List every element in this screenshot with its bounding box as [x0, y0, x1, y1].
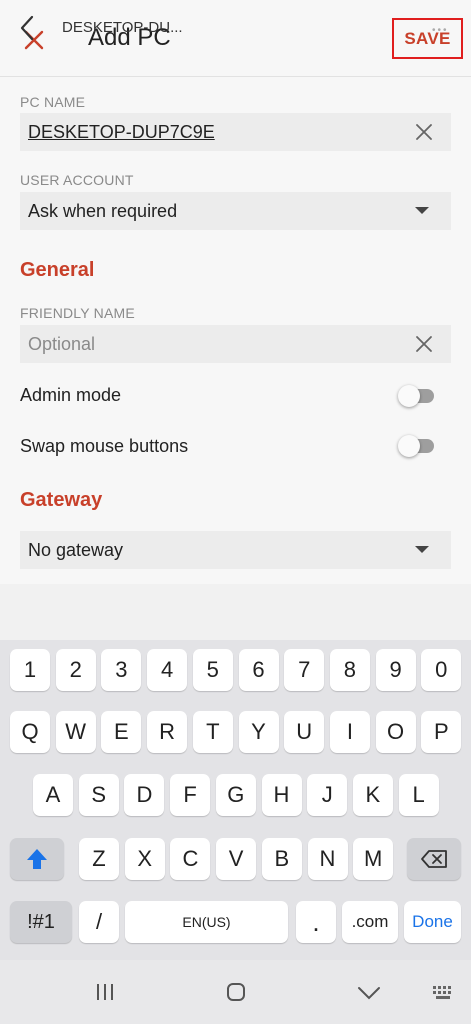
letter-key-e[interactable]: E — [101, 711, 142, 753]
pc-name-value: DESKETOP-DUP7C9E — [28, 122, 215, 142]
letter-key-t[interactable]: T — [192, 711, 233, 753]
friendly-name-field[interactable]: Optional — [20, 325, 451, 363]
gateway-value: No gateway — [28, 540, 124, 560]
user-account-dropdown[interactable]: Ask when required — [20, 192, 451, 230]
user-account-value: Ask when required — [28, 201, 178, 221]
general-heading: General — [20, 259, 95, 281]
letter-key-u[interactable]: U — [284, 711, 325, 753]
letter-key-z[interactable]: Z — [79, 838, 119, 880]
clear-icon[interactable] — [415, 123, 433, 141]
home-icon[interactable] — [226, 982, 246, 1002]
swap-mouse-toggle[interactable] — [398, 431, 436, 461]
number-key-2[interactable]: 2 — [55, 649, 96, 691]
letter-key-r[interactable]: R — [147, 711, 188, 753]
letter-key-w[interactable]: W — [55, 711, 96, 753]
shift-key[interactable] — [10, 838, 64, 880]
number-key-3[interactable]: 3 — [101, 649, 142, 691]
save-button[interactable]: SAVE — [392, 18, 463, 59]
letter-key-j[interactable]: J — [307, 774, 348, 816]
letter-key-d[interactable]: D — [124, 774, 165, 816]
pc-name-field[interactable]: DESKETOP-DUP7C9E — [20, 113, 451, 151]
number-key-9[interactable]: 9 — [375, 649, 416, 691]
backspace-key[interactable] — [407, 838, 461, 880]
toggle-thumb — [398, 385, 420, 407]
space-key[interactable]: EN(US) — [125, 901, 288, 943]
friendly-name-placeholder: Optional — [28, 334, 96, 354]
recent-apps-icon[interactable] — [94, 982, 116, 1002]
dropdown-arrow-icon — [415, 207, 429, 214]
dot-key[interactable]: . — [296, 901, 336, 943]
letter-key-k[interactable]: K — [352, 774, 393, 816]
backspace-icon — [421, 850, 447, 868]
letter-key-x[interactable]: X — [124, 838, 165, 880]
letter-key-g[interactable]: G — [215, 774, 256, 816]
number-key-1[interactable]: 1 — [10, 649, 50, 691]
letter-key-q[interactable]: Q — [10, 711, 50, 753]
chevron-left-icon[interactable] — [14, 14, 40, 42]
done-key[interactable]: Done — [404, 901, 461, 943]
back-chevron-icon[interactable] — [357, 986, 381, 1000]
number-key-5[interactable]: 5 — [192, 649, 233, 691]
keyboard: 1234567890 QWERTYUIOP ASDFGHJKL ZXCVBNM … — [0, 640, 471, 960]
symbols-key[interactable]: !#1 — [10, 901, 72, 943]
admin-mode-label: Admin mode — [20, 385, 122, 405]
navigation-bar — [0, 960, 471, 1024]
letter-key-s[interactable]: S — [78, 774, 119, 816]
number-key-4[interactable]: 4 — [147, 649, 188, 691]
number-key-7[interactable]: 7 — [284, 649, 325, 691]
number-key-0[interactable]: 0 — [421, 649, 462, 691]
letter-key-a[interactable]: A — [33, 774, 73, 816]
letter-key-h[interactable]: H — [261, 774, 302, 816]
admin-mode-toggle[interactable] — [398, 381, 436, 411]
suggestion-text[interactable]: DESKETOP-DU... — [62, 19, 183, 36]
letter-key-f[interactable]: F — [170, 774, 211, 816]
swap-mouse-label: Swap mouse buttons — [20, 436, 189, 456]
dotcom-key[interactable]: .com — [342, 901, 398, 943]
letter-key-y[interactable]: Y — [238, 711, 279, 753]
gateway-dropdown[interactable]: No gateway — [20, 531, 451, 569]
clear-icon[interactable] — [415, 335, 433, 353]
keyboard-switch-icon[interactable] — [432, 985, 456, 1001]
number-key-8[interactable]: 8 — [329, 649, 370, 691]
keyboard-suggestion-bar — [0, 584, 471, 640]
friendly-name-label: FRIENDLY NAME — [20, 305, 135, 321]
letter-key-b[interactable]: B — [261, 838, 302, 880]
letter-key-p[interactable]: P — [421, 711, 462, 753]
slash-key[interactable]: / — [79, 901, 119, 943]
gateway-heading: Gateway — [20, 489, 103, 511]
pc-name-label: PC NAME — [20, 94, 86, 110]
dropdown-arrow-icon — [415, 546, 429, 553]
letter-key-m[interactable]: M — [353, 838, 394, 880]
shift-arrow-icon — [27, 849, 47, 869]
letter-key-v[interactable]: V — [216, 838, 257, 880]
letter-key-c[interactable]: C — [170, 838, 211, 880]
user-account-label: USER ACCOUNT — [20, 172, 134, 188]
number-key-6[interactable]: 6 — [238, 649, 279, 691]
letter-key-o[interactable]: O — [375, 711, 416, 753]
more-options-icon[interactable]: ••• — [432, 25, 449, 36]
letter-key-l[interactable]: L — [398, 774, 439, 816]
letter-key-i[interactable]: I — [329, 711, 370, 753]
letter-key-n[interactable]: N — [307, 838, 348, 880]
toggle-thumb — [398, 435, 420, 457]
